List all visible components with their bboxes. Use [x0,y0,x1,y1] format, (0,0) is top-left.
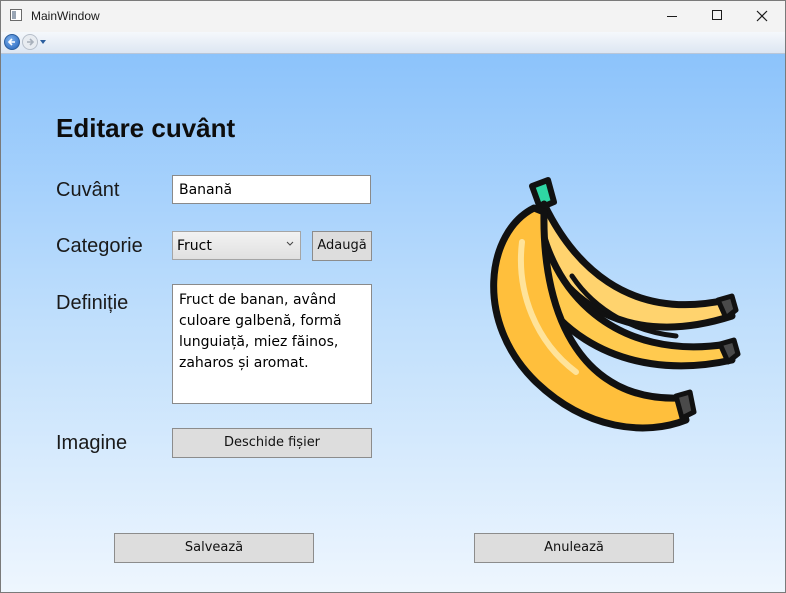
word-label: Cuvânt [56,179,120,201]
app-icon [10,9,22,21]
definition-textarea[interactable]: Fruct de banan, având culoare galbenă, f… [172,284,372,404]
title-bar[interactable]: MainWindow [1,1,785,32]
close-button[interactable] [739,1,785,32]
window-title: MainWindow [31,9,100,23]
word-input[interactable] [172,175,371,204]
open-file-button[interactable]: Deschide fișier [172,428,372,458]
editor-panel: Editare cuvânt Cuvânt Categorie Fruct Ad… [1,54,785,592]
minimize-button[interactable] [649,1,695,32]
cancel-button[interactable]: Anulează [474,533,674,563]
back-arrow-icon [7,38,15,46]
page-title: Editare cuvânt [56,113,236,143]
image-label: Imagine [56,432,128,454]
category-label: Categorie [56,235,143,257]
history-dropdown-icon[interactable] [40,40,46,44]
category-selected-value: Fruct [177,238,212,254]
close-icon [756,10,768,22]
maximize-button[interactable] [695,1,741,32]
forward-arrow-icon [27,38,35,46]
forward-button[interactable] [22,34,38,50]
chevron-down-icon [286,241,294,246]
main-window: MainWindow Editare cuvânt Cuvânt Categor… [0,0,786,593]
category-select[interactable]: Fruct [172,231,301,260]
navigation-bar [1,32,785,54]
banana-image [490,177,741,432]
back-button[interactable] [4,34,20,50]
definition-label: Definiție [56,292,129,314]
add-category-button[interactable]: Adaugă [312,231,372,261]
save-button[interactable]: Salvează [114,533,314,563]
